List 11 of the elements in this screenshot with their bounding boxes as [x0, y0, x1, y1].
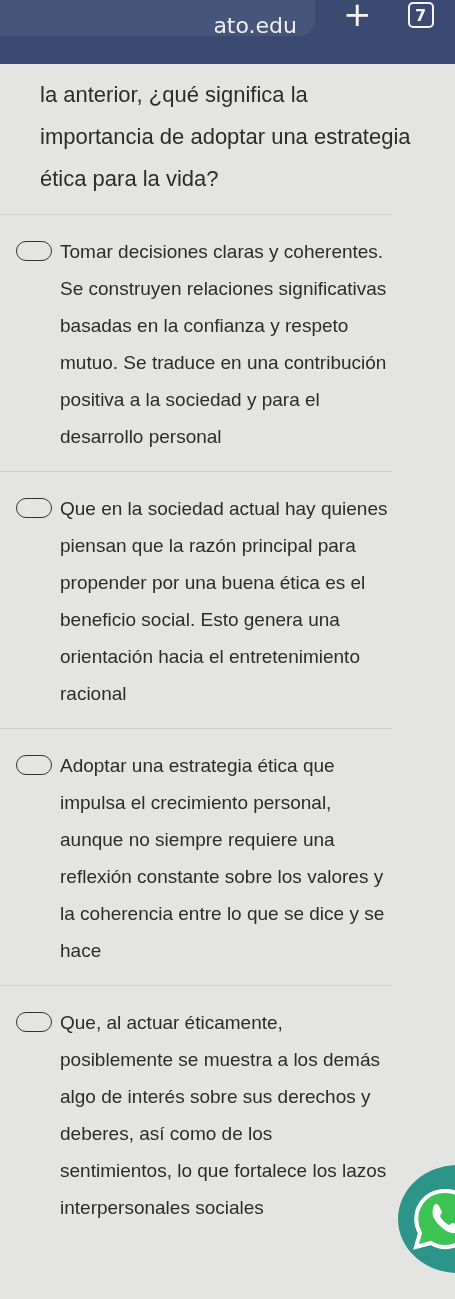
answer-option[interactable]: Adoptar una estrategia ética que impulsa el crecimiento personal, aunque no siempre requiere una reflexión constante sobre los valores y la coherencia entre lo que se dice y se hace: [0, 728, 392, 985]
option-text: Tomar decisiones claras y coherentes. Se construyen relaciones significativas basadas en la confianza y respeto mutuo. Se traduce en una contribución positiva a la sociedad y para el desarrollo personal: [60, 240, 388, 449]
answer-option[interactable]: Que, al actuar éticamente, posiblemente se muestra a los demás algo de interés sobre sus derechos y deberes, así como de los sentimientos, lo que fortalece los lazos interpersonales sociales: [0, 985, 392, 1242]
question-text: la anterior, ¿qué significa la importancia de adoptar una estrategia ética para la vida?: [40, 81, 412, 193]
new-tab-button[interactable]: +: [335, 0, 380, 28]
option-text: Adoptar una estrategia ética que impulsa el crecimiento personal, aunque no siempre requiere una reflexión constante sobre los valores y la coherencia entre lo que se dice y se hace: [60, 754, 386, 963]
option-text: Que en la sociedad actual hay quienes piensan que la razón principal para propender por una buena ética es el beneficio social. Esto genera una orientación hacia el entretenimiento racional: [60, 497, 388, 706]
answer-option[interactable]: Que en la sociedad actual hay quienes piensan que la razón principal para propender por una buena ética es el beneficio social. Esto genera una orientación hacia el entretenimiento racional: [0, 471, 392, 728]
tab-count-button[interactable]: 7: [407, 2, 434, 28]
option-text: Que, al actuar éticamente, posiblemente se muestra a los demás algo de interés sobre sus derechos y deberes, así como de los sentimientos, lo que fortalece los lazos interpersonales sociales: [60, 1011, 388, 1220]
address-bar[interactable]: ato.edu: [0, 0, 315, 36]
